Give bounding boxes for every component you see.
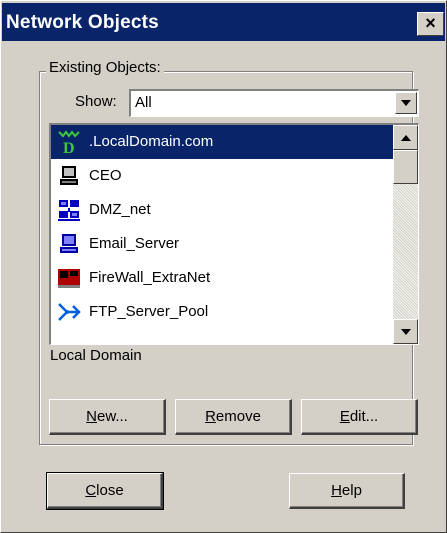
help-label: elp bbox=[341, 482, 362, 499]
chevron-up-icon bbox=[400, 134, 411, 141]
show-filter-value: All bbox=[135, 94, 152, 111]
close-button[interactable]: Close bbox=[46, 472, 164, 510]
domain-icon: D bbox=[58, 130, 80, 154]
chevron-down-icon bbox=[401, 100, 411, 106]
remove-label: emove bbox=[215, 408, 261, 425]
list-item-label: FTP_Server_Pool bbox=[89, 303, 209, 320]
list-item-label: FireWall_ExtraNet bbox=[89, 269, 211, 286]
help-accel: H bbox=[331, 482, 342, 499]
objects-list[interactable]: D .LocalDomain.com CEO DMZ_net Email_Ser… bbox=[49, 123, 419, 345]
window-title: Network Objects bbox=[6, 12, 159, 33]
edit-label: dit... bbox=[349, 408, 379, 425]
list-item-label: CEO bbox=[89, 167, 122, 184]
edit-accel: E bbox=[339, 408, 350, 425]
new-button[interactable]: New... bbox=[49, 399, 166, 435]
server-pool-icon bbox=[58, 303, 81, 321]
workstation-icon bbox=[60, 234, 78, 253]
help-button[interactable]: Help bbox=[289, 473, 405, 509]
scroll-thumb[interactable] bbox=[393, 150, 418, 184]
title-bar[interactable]: Network Objects × bbox=[2, 3, 445, 41]
list-item-label: DMZ_net bbox=[89, 201, 151, 218]
network-objects-dialog: Network Objects × Existing Objects: Show… bbox=[0, 0, 447, 533]
dropdown-button[interactable] bbox=[395, 92, 417, 114]
close-icon[interactable]: × bbox=[417, 12, 444, 36]
scroll-down-button[interactable] bbox=[393, 319, 418, 344]
show-label: Show: bbox=[75, 93, 117, 110]
list-item-label: Email_Server bbox=[89, 235, 180, 252]
group-legend: Existing Objects: bbox=[46, 59, 164, 76]
list-item-label: .LocalDomain.com bbox=[89, 133, 214, 150]
object-description: Local Domain bbox=[50, 347, 142, 364]
list-item[interactable]: FTP_Server_Pool bbox=[51, 295, 393, 329]
close-label: lose bbox=[96, 482, 124, 499]
new-label: ew... bbox=[96, 408, 128, 425]
edit-button[interactable]: Edit... bbox=[301, 399, 418, 435]
new-accel: N bbox=[86, 408, 97, 425]
firewall-icon bbox=[58, 269, 80, 288]
scroll-up-button[interactable] bbox=[393, 125, 418, 150]
vertical-scrollbar[interactable] bbox=[393, 125, 418, 344]
remove-button[interactable]: Remove bbox=[175, 399, 292, 435]
list-item[interactable]: CEO bbox=[51, 159, 393, 193]
chevron-down-icon bbox=[400, 328, 411, 335]
close-accel: C bbox=[85, 482, 97, 499]
remove-accel: R bbox=[205, 408, 216, 425]
network-icon bbox=[58, 200, 80, 221]
list-item[interactable]: DMZ_net bbox=[51, 193, 393, 227]
svg-text:D: D bbox=[63, 140, 75, 154]
show-filter-select[interactable]: All bbox=[129, 89, 419, 117]
workstation-icon bbox=[60, 166, 78, 185]
list-item[interactable]: D .LocalDomain.com bbox=[51, 125, 393, 159]
list-item[interactable]: FireWall_ExtraNet bbox=[51, 261, 393, 295]
list-item[interactable]: Email_Server bbox=[51, 227, 393, 261]
